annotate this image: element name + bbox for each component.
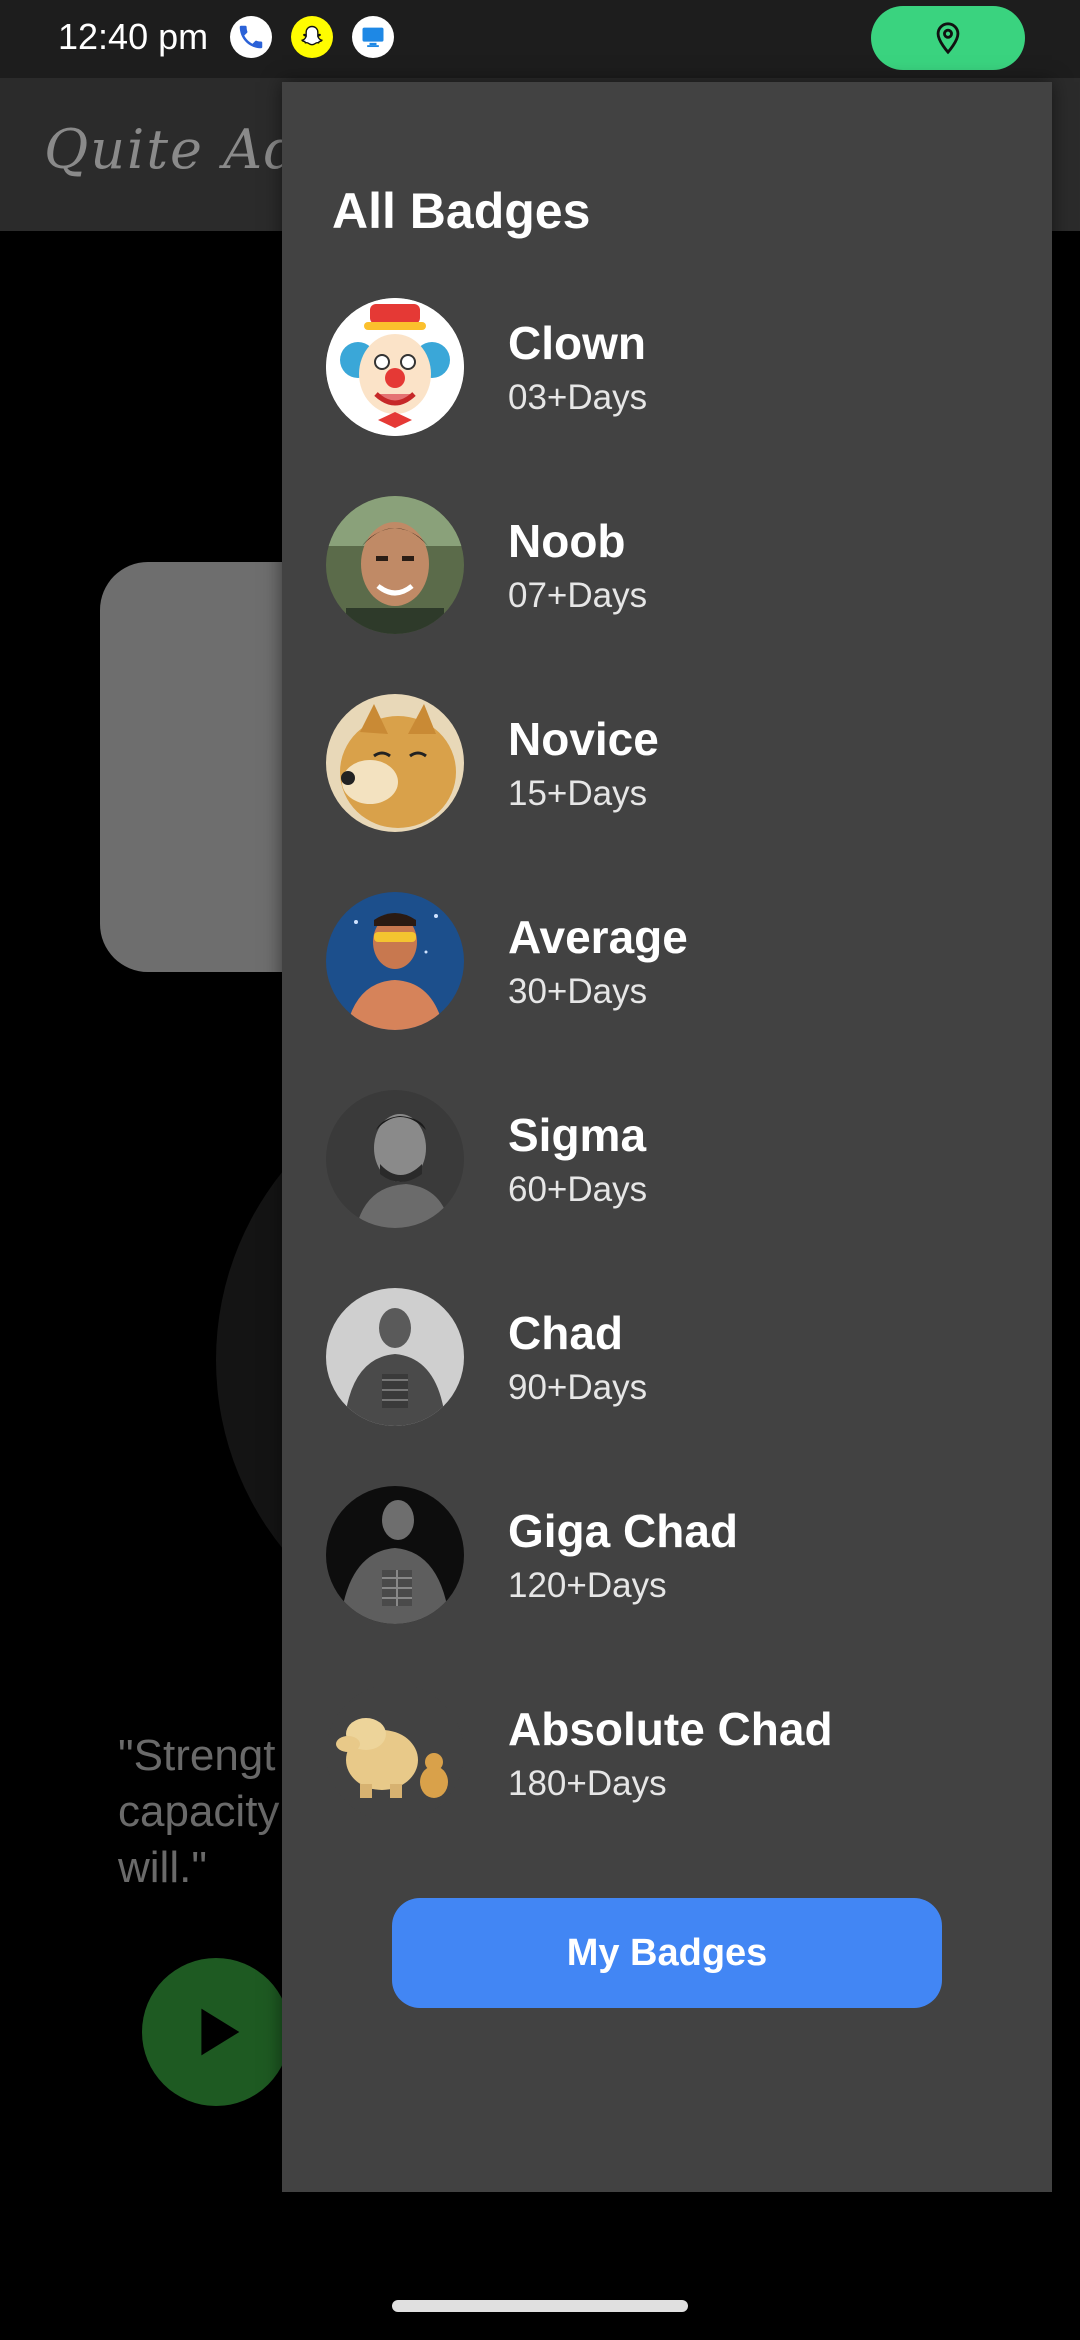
badge-days: 180+Days: [508, 1764, 667, 1803]
chad-avatar: [326, 1288, 464, 1426]
drawer-title: All Badges: [332, 183, 591, 239]
badge-name: Absolute Chad: [508, 1703, 833, 1755]
play-icon: [201, 2008, 240, 2056]
badge-days: 60+Days: [508, 1170, 648, 1209]
badge-item-clown[interactable]: Clown 03+Days: [282, 298, 1052, 496]
average-avatar: [326, 892, 464, 1030]
home-indicator[interactable]: [392, 2300, 688, 2312]
badge-name: Novice: [508, 713, 659, 765]
badge-days: 07+Days: [508, 576, 648, 615]
absolute-chad-avatar: [326, 1684, 464, 1822]
noob-avatar: [326, 496, 464, 634]
badges-drawer: All Badges Clown 03+Days Noob 07+Days No…: [282, 82, 1052, 2192]
badge-days: 90+Days: [508, 1368, 648, 1407]
location-indicator[interactable]: [871, 6, 1025, 70]
badge-days: 30+Days: [508, 972, 648, 1011]
badge-days: 120+Days: [508, 1566, 667, 1605]
badge-item-sigma[interactable]: Sigma 60+Days: [282, 1090, 1052, 1288]
play-button[interactable]: [142, 1958, 290, 2106]
badge-name: Average: [508, 911, 688, 963]
badge-list: Clown 03+Days Noob 07+Days Novice 15+Day…: [282, 298, 1052, 1882]
my-badges-button[interactable]: My Badges: [392, 1898, 942, 2008]
badge-days: 15+Days: [508, 774, 648, 813]
badge-name: Chad: [508, 1307, 623, 1359]
sigma-avatar: [326, 1090, 464, 1228]
badge-item-chad[interactable]: Chad 90+Days: [282, 1288, 1052, 1486]
badge-item-absolute-chad[interactable]: Absolute Chad 180+Days: [282, 1684, 1052, 1882]
location-icon: [936, 22, 960, 55]
badge-item-novice[interactable]: Novice 15+Days: [282, 694, 1052, 892]
badge-name: Giga Chad: [508, 1505, 739, 1557]
status-bar: 12:40 pm: [0, 0, 1080, 78]
badge-item-noob[interactable]: Noob 07+Days: [282, 496, 1052, 694]
snapchat-icon: [291, 16, 333, 58]
clown-avatar: [326, 298, 464, 436]
giga-chad-avatar: [326, 1486, 464, 1624]
badge-item-giga-chad[interactable]: Giga Chad 120+Days: [282, 1486, 1052, 1684]
phone-icon: [230, 16, 272, 58]
monitor-icon: [352, 16, 394, 58]
badge-name: Sigma: [508, 1109, 647, 1161]
badge-days: 03+Days: [508, 378, 648, 417]
badge-name: Noob: [508, 515, 626, 567]
doge-avatar: [326, 694, 464, 832]
status-time: 12:40 pm: [58, 16, 209, 57]
badge-name: Clown: [508, 317, 646, 369]
badge-item-average[interactable]: Average 30+Days: [282, 892, 1052, 1090]
